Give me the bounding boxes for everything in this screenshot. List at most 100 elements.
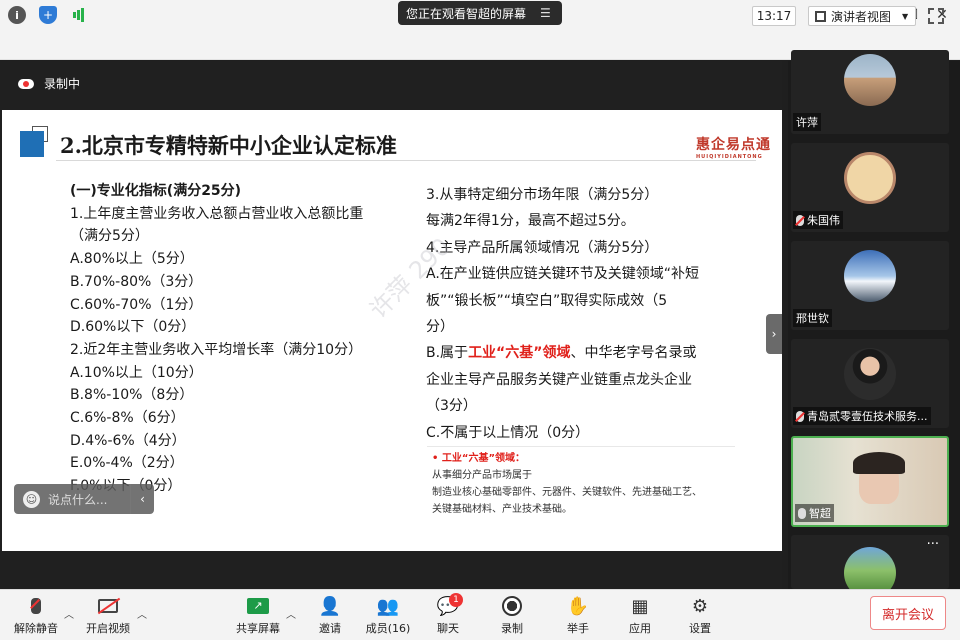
avatar: [844, 54, 896, 106]
slide-line: C.不属于以上情况（0分）: [426, 424, 590, 441]
apps-button[interactable]: ▦ 应用: [610, 595, 670, 636]
chevron-up-icon[interactable]: ︿: [286, 606, 296, 621]
slide-line: （满分5分）: [70, 228, 149, 245]
participant-name: 智超: [795, 504, 834, 522]
divider: [427, 446, 735, 447]
brand-name: 惠企易点通: [696, 137, 771, 153]
slide-line: 企业主导产品服务关键产业链重点龙头企业: [426, 371, 692, 388]
screen-share-banner[interactable]: 您正在观看智超的屏幕 ☰: [398, 1, 562, 25]
name-label: 许萍: [796, 116, 818, 129]
participant-tile[interactable]: ···: [791, 535, 949, 589]
participant-name: 朱国伟: [793, 211, 843, 229]
footnote-line: 从事细分产品市场属于: [432, 470, 532, 481]
share-screen-icon: ↗: [246, 595, 270, 617]
network-signal-icon[interactable]: [70, 6, 88, 24]
slide-line: A.10%以上（10分）: [70, 364, 203, 381]
slide-line: D.60%以下（0分）: [70, 319, 196, 336]
invite-button[interactable]: 👤 邀请: [300, 595, 360, 636]
slide-line: D.4%-6%（4分）: [70, 432, 186, 449]
slide-line: A.80%以上（5分）: [70, 251, 194, 268]
participant-tile[interactable]: 许萍: [791, 50, 949, 134]
name-label: 朱国伟: [807, 214, 840, 227]
name-label: 青岛贰零壹伍技术服务...: [807, 410, 928, 423]
participant-name: 许萍: [793, 113, 821, 131]
start-video-button[interactable]: 开启视频: [78, 595, 138, 636]
participant-tile[interactable]: 青岛贰零壹伍技术服务...: [791, 339, 949, 428]
unmute-button[interactable]: 解除静音: [6, 595, 66, 636]
highlight-text: 工业“六基”领域: [468, 345, 571, 362]
members-button[interactable]: 👥 成员(16): [358, 595, 418, 636]
chevron-up-icon[interactable]: ︿: [137, 606, 147, 621]
line-text: 、中华老字号名录或: [570, 345, 697, 362]
slide-line: B.8%-10%（8分）: [70, 387, 194, 404]
layout-icon: [815, 10, 826, 22]
slide-right-column: 3.从事特定细分市场年限（满分5分） 每满2年得1分，最高不超过5分。 4.主导…: [426, 182, 746, 446]
security-shield-icon[interactable]: +: [39, 6, 57, 24]
leave-meeting-button[interactable]: 离开会议: [870, 596, 946, 630]
banner-text: 您正在观看智超的屏幕: [406, 6, 527, 21]
fullscreen-icon[interactable]: [928, 8, 944, 24]
microphone-muted-icon: [796, 410, 804, 422]
share-screen-button[interactable]: ↗ 共享屏幕: [228, 595, 288, 636]
slide-line: 1.上年度主营业务收入总额占营业收入总额比重: [70, 205, 364, 222]
avatar: [844, 547, 896, 589]
participant-tile[interactable]: 邢世钦: [791, 241, 949, 330]
microphone-off-icon: [24, 595, 48, 617]
recording-indicator: 录制中: [18, 75, 80, 92]
divider: [56, 160, 756, 161]
view-mode-dropdown[interactable]: 演讲者视图 ▼: [808, 6, 916, 26]
settings-button[interactable]: ⚙ 设置: [670, 595, 730, 636]
info-icon[interactable]: i: [8, 6, 26, 24]
add-user-icon: 👤: [318, 595, 342, 617]
comment-input[interactable]: ☺ 说点什么... ‹: [14, 484, 154, 514]
unread-badge: 1: [449, 593, 463, 607]
menu-icon[interactable]: ☰: [540, 6, 551, 20]
footnote-line: 制造业核心基础零部件、元器件、关键软件、先进基础工艺、: [432, 487, 702, 498]
name-label: 邢世钦: [796, 312, 829, 325]
cloud-record-icon: [18, 78, 34, 89]
participant-name: 青岛贰零壹伍技术服务...: [793, 407, 931, 425]
slide-line: C.60%-70%（1分）: [70, 296, 203, 313]
button-label: 成员(16): [365, 622, 411, 635]
slide-line: 分）: [426, 319, 454, 336]
button-label: 邀请: [319, 622, 341, 635]
chevron-up-icon[interactable]: ︿: [64, 606, 74, 621]
participant-tile[interactable]: 朱国伟: [791, 143, 949, 232]
button-label: 共享屏幕: [236, 622, 280, 635]
raise-hand-button[interactable]: ✋ 举手: [548, 595, 608, 636]
apps-grid-icon: ▦: [631, 595, 649, 617]
button-label: 开启视频: [86, 622, 130, 635]
slide-decoration-block: [20, 131, 44, 157]
emoji-icon[interactable]: ☺: [23, 490, 40, 508]
brand-logo: 惠企易点通 HUIQIYIDIANTONG: [696, 134, 771, 160]
footnote-title: • 工业“六基”领域：: [432, 453, 526, 464]
collapse-chevron-icon[interactable]: ‹: [130, 484, 154, 514]
chevron-down-icon: ▼: [902, 11, 909, 21]
microphone-muted-icon: [796, 214, 804, 226]
name-label: 智超: [809, 507, 831, 520]
section-heading: (一)专业化指标(满分25分): [70, 183, 242, 199]
button-label: 解除静音: [14, 622, 58, 635]
avatar: [844, 348, 896, 400]
slide-line: （3分）: [426, 398, 477, 415]
more-icon[interactable]: ···: [927, 537, 939, 552]
hand-icon: ✋: [566, 595, 590, 617]
microphone-icon: [798, 507, 806, 519]
avatar: [844, 250, 896, 302]
sidebar-toggle-handle[interactable]: ›: [766, 314, 782, 354]
footnote-line: 关键基础材料、产业技术基础。: [432, 504, 572, 515]
members-icon: 👥: [376, 595, 400, 617]
record-button[interactable]: 录制: [482, 595, 542, 636]
slide-line: 2.近2年主营业务收入平均增长率（满分10分）: [70, 341, 363, 358]
slide-line: C.6%-8%（6分）: [70, 410, 185, 427]
slide-line: 板”“锻长板”“填空白”取得实际成效（5: [426, 292, 668, 309]
chat-button[interactable]: 💬 聊天: [418, 595, 478, 636]
avatar: [844, 152, 896, 204]
participant-tile-active[interactable]: 智超: [791, 436, 949, 527]
button-label: 录制: [501, 622, 523, 635]
slide-line: 每满2年得1分，最高不超过5分。: [426, 213, 635, 230]
slide-line: 3.从事特定细分市场年限（满分5分）: [426, 187, 659, 203]
comment-placeholder: 说点什么...: [48, 492, 108, 507]
button-label: 聊天: [437, 622, 459, 635]
slide-line: A.在产业链供应链关键环节及关键领域“补短: [426, 266, 700, 283]
